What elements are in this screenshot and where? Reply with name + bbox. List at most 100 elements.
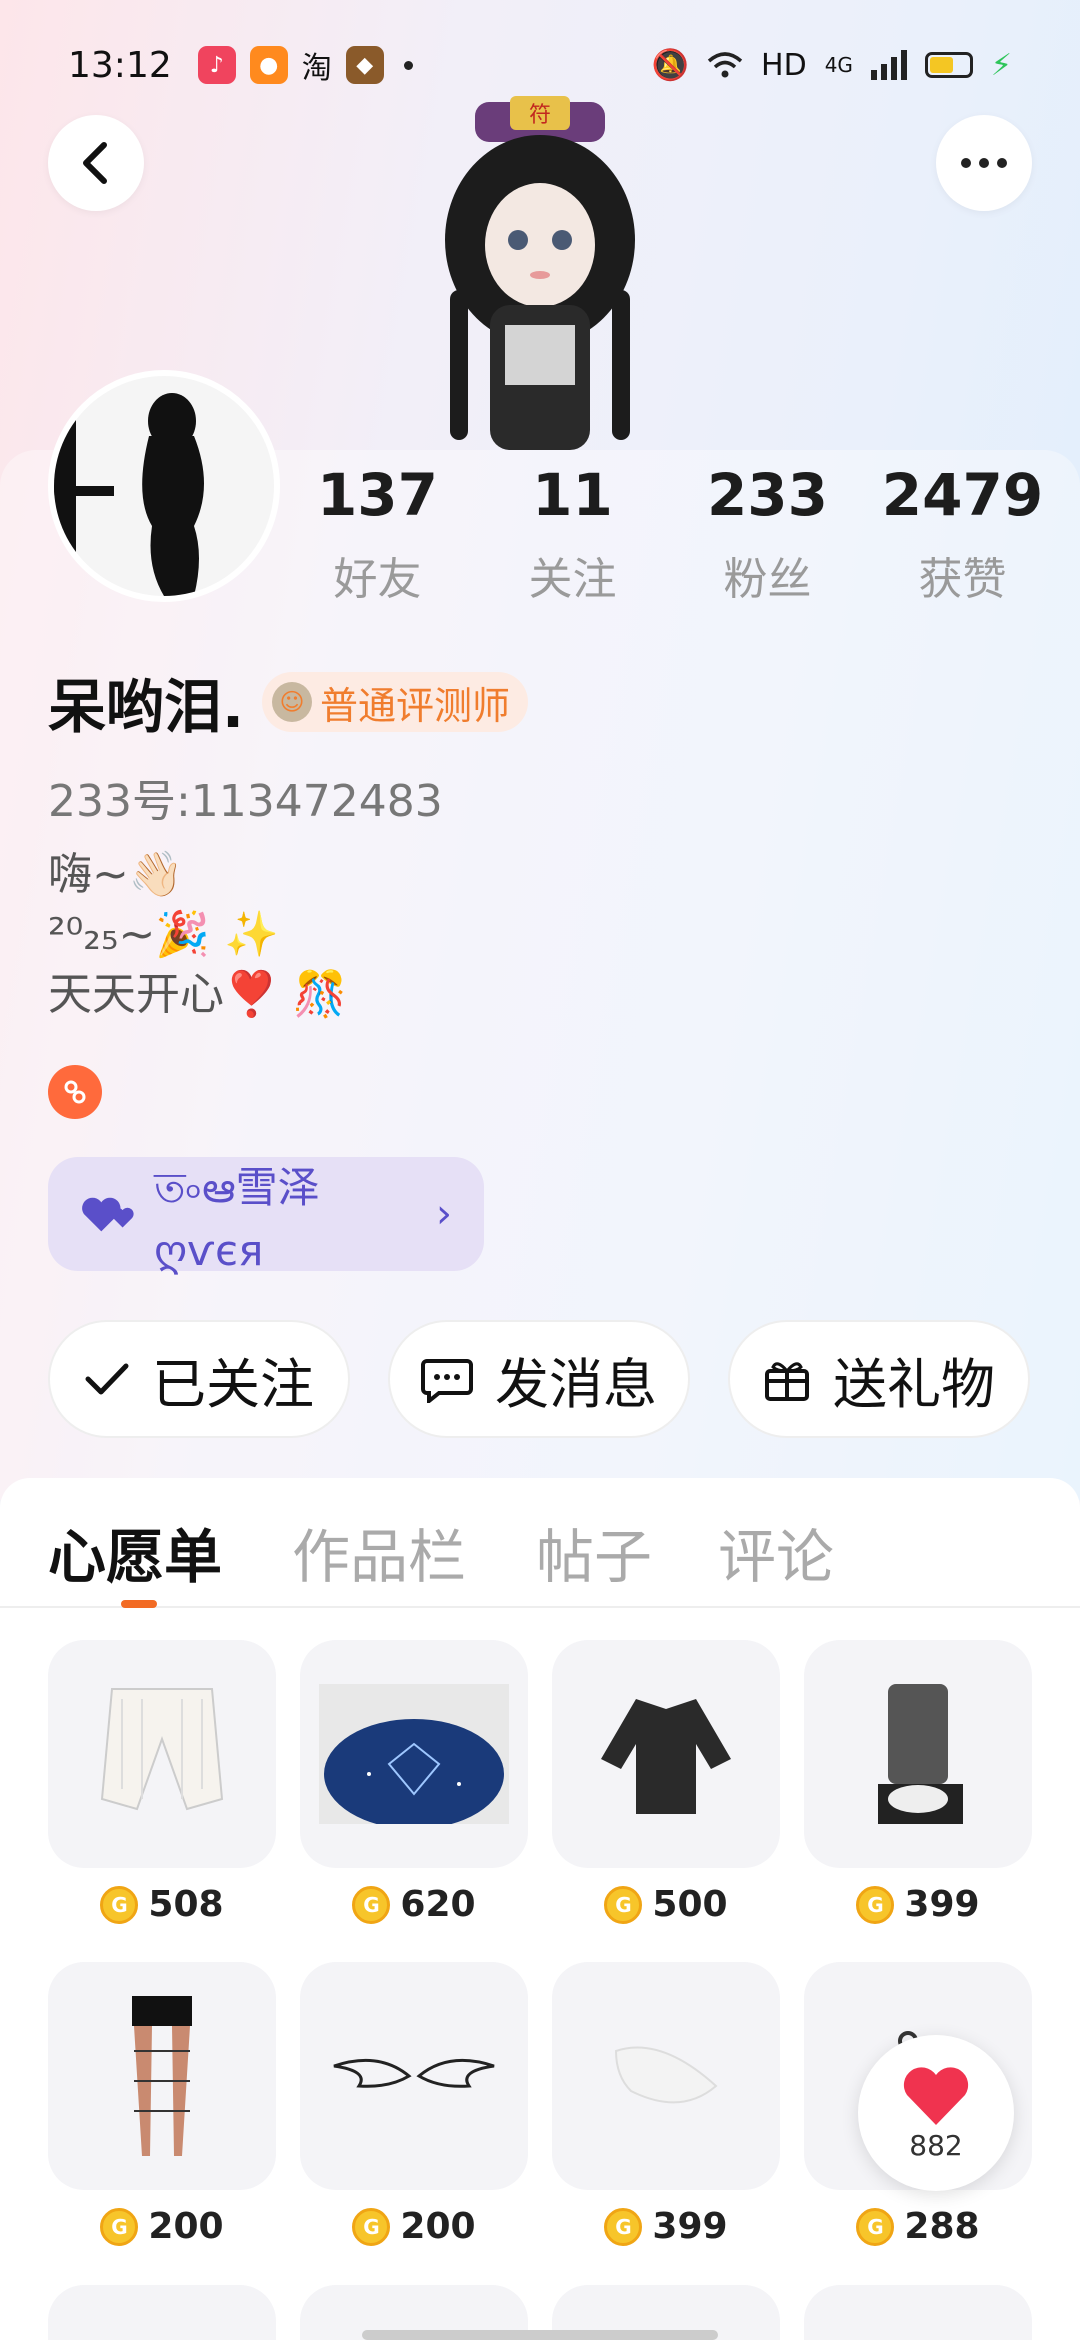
- coin-icon: G: [856, 1885, 895, 1924]
- item-price: G 399: [804, 1884, 1032, 1925]
- gift-button[interactable]: 送礼物: [728, 1320, 1030, 1438]
- price-value: 288: [904, 2206, 980, 2247]
- wishlist-item[interactable]: G 200: [48, 1962, 276, 2247]
- checkmark-icon: [85, 1363, 129, 1395]
- back-button[interactable]: [48, 115, 144, 211]
- stat-label: 粉丝: [723, 554, 812, 605]
- active-tab-indicator: [121, 1600, 157, 1608]
- bloomers-icon: [48, 1640, 276, 1868]
- chevron-right-icon: ›: [436, 1191, 452, 1237]
- hd-label: HD: [761, 47, 807, 83]
- black-jacket-icon: [552, 1640, 780, 1868]
- partner-name: ত৹ఆ雪泽ღѵєя: [154, 1162, 320, 1275]
- home-indicator[interactable]: [362, 2330, 718, 2340]
- item-price: G 620: [300, 1884, 528, 1925]
- stat-label: 获赞: [918, 554, 1007, 605]
- profile-stats: 137 好友 11 关注 233 粉丝 2479 获赞: [280, 455, 1060, 607]
- heart-icon: [903, 2066, 969, 2125]
- game-app-icon: ●: [249, 46, 288, 84]
- stat-likes[interactable]: 2479 获赞: [865, 455, 1060, 607]
- taobao-app-icon: 淘: [301, 51, 332, 86]
- user-id: 233号:113472483: [48, 776, 443, 827]
- hearts-icon: [82, 1197, 134, 1232]
- avatar-character-image: 符: [445, 96, 635, 450]
- stat-value: 137: [316, 461, 439, 529]
- stat-value: 233: [706, 461, 829, 529]
- more-options-button[interactable]: [936, 115, 1032, 211]
- wishlist-item-partial[interactable]: [804, 2285, 1032, 2340]
- bio-line: ²⁰₂₅~🎉 ✨: [48, 909, 279, 960]
- wishlist-item[interactable]: G 620: [300, 1640, 528, 1925]
- coin-icon: G: [856, 2207, 895, 2246]
- reviewer-badge[interactable]: ☺ 普通评测师: [262, 672, 529, 732]
- item-price: G 508: [48, 1884, 276, 1925]
- item-price: G 200: [48, 2206, 276, 2247]
- content-tabs: 心愿单 作品栏 帖子 评论: [0, 1478, 1080, 1608]
- boots-icon: [804, 1640, 1032, 1868]
- price-value: 508: [148, 1884, 224, 1925]
- bio-line: 嗨~👋🏻: [48, 849, 184, 900]
- item-price: G 200: [300, 2206, 528, 2247]
- price-value: 399: [904, 1884, 980, 1925]
- name-row: 呆哟泪. ☺ 普通评测师: [48, 660, 529, 744]
- coin-icon: G: [352, 2207, 391, 2246]
- message-button[interactable]: 发消息: [388, 1320, 690, 1438]
- stat-fans[interactable]: 233 粉丝: [670, 455, 865, 607]
- music-app-icon: ♪: [197, 46, 236, 84]
- avatar-silhouette-image: [54, 376, 274, 596]
- stat-value: 2479: [881, 461, 1044, 529]
- charging-icon: ⚡: [990, 47, 1012, 83]
- item-price: G 288: [804, 2206, 1032, 2247]
- price-value: 399: [652, 2206, 728, 2247]
- wishlist-item[interactable]: G 399: [804, 1640, 1032, 1925]
- action-row: 已关注 发消息 送礼物: [48, 1320, 1030, 1438]
- coin-icon: G: [604, 1885, 643, 1924]
- wifi-icon: [707, 52, 743, 78]
- wishlist-item-partial[interactable]: [48, 2285, 276, 2340]
- message-label: 发消息: [495, 1352, 657, 1416]
- status-time: 13:12: [68, 44, 172, 86]
- partner-pill[interactable]: ত৹ఆ雪泽ღѵєя ›: [48, 1157, 484, 1275]
- avatar[interactable]: [48, 370, 280, 602]
- followed-button[interactable]: 已关注: [48, 1320, 350, 1438]
- white-feather-icon: [552, 1962, 780, 2190]
- like-count: 882: [909, 2128, 963, 2162]
- starry-stage-icon: [300, 1640, 528, 1868]
- wishlist-item[interactable]: G 500: [552, 1640, 780, 1925]
- stat-following[interactable]: 11 关注: [475, 455, 670, 607]
- stat-friends[interactable]: 137 好友: [280, 455, 475, 607]
- coin-icon: G: [604, 2207, 643, 2246]
- wings-icon: [300, 1962, 528, 2190]
- mute-icon: 🔕: [651, 47, 690, 83]
- more-icon: [961, 158, 1007, 168]
- item-price: G 399: [552, 2206, 780, 2247]
- battery-icon: [924, 52, 973, 78]
- stat-value: 11: [532, 461, 613, 529]
- signal-type: 4G: [824, 53, 853, 77]
- like-button[interactable]: 882: [858, 2035, 1014, 2191]
- tab-comments[interactable]: 评论: [718, 1510, 834, 1594]
- wishlist-item[interactable]: G 508: [48, 1640, 276, 1925]
- chevron-left-icon: [83, 142, 107, 184]
- signal-icon: [870, 50, 907, 80]
- price-value: 200: [400, 2206, 476, 2247]
- coin-icon: G: [100, 2207, 139, 2246]
- bio: 嗨~👋🏻 ²⁰₂₅~🎉 ✨ 天天开心❣️ 🎊: [48, 845, 348, 1025]
- svg-text:符: 符: [529, 103, 551, 128]
- gift-label: 送礼物: [833, 1352, 995, 1416]
- stat-label: 好友: [333, 554, 422, 605]
- price-value: 200: [148, 2206, 224, 2247]
- tab-posts[interactable]: 帖子: [536, 1510, 652, 1594]
- tab-wishlist[interactable]: 心愿单: [48, 1510, 222, 1594]
- followed-label: 已关注: [152, 1352, 314, 1416]
- fishnet-stockings-icon: [48, 1962, 276, 2190]
- wishlist-item[interactable]: G 399: [552, 1962, 780, 2247]
- reviewer-avatar-icon: ☺: [272, 682, 313, 722]
- tab-works[interactable]: 作品栏: [292, 1510, 466, 1594]
- stat-label: 关注: [528, 554, 617, 605]
- group-icon[interactable]: [48, 1065, 102, 1119]
- coin-icon: G: [100, 1885, 139, 1924]
- gift-icon: [765, 1362, 809, 1401]
- wishlist-item[interactable]: G 200: [300, 1962, 528, 2247]
- badge-label: 普通评测师: [320, 683, 511, 728]
